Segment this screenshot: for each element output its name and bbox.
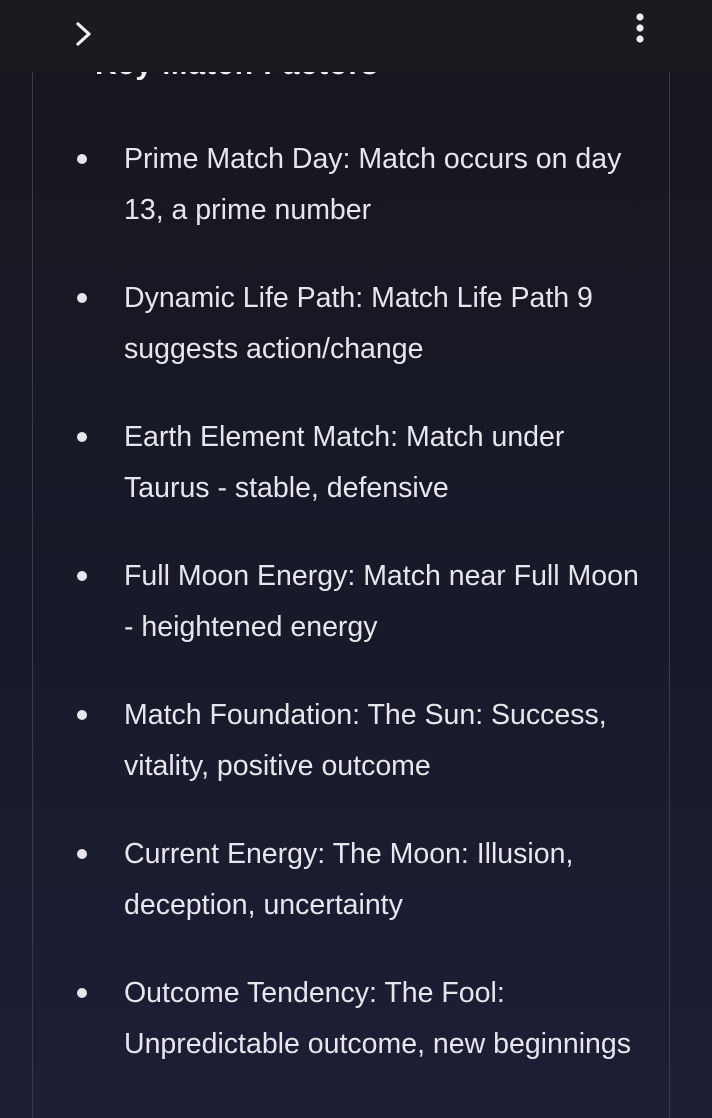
list-item: Current Energy: The Moon: Illusion, dece… bbox=[33, 829, 669, 930]
list-item: Dynamic Life Path: Match Life Path 9 sug… bbox=[33, 273, 669, 374]
more-options-button[interactable] bbox=[618, 6, 662, 50]
content-panel: Key Match Factors Prime Match Day: Match… bbox=[32, 60, 670, 1118]
expand-sidebar-button[interactable] bbox=[62, 14, 106, 54]
list-item-text: Prime Match Day: Match occurs on day 13,… bbox=[124, 143, 622, 226]
bullet-icon bbox=[77, 154, 87, 164]
list-item: Earth Element Match: Match under Taurus … bbox=[33, 412, 669, 513]
list-item: Prime Match Day: Match occurs on day 13,… bbox=[33, 134, 669, 235]
list-item: Match Foundation: The Sun: Success, vita… bbox=[33, 690, 669, 791]
top-toolbar bbox=[0, 0, 712, 72]
list-item-text: Full Moon Energy: Match near Full Moon -… bbox=[124, 560, 639, 643]
list-item-text: Outcome Tendency: The Fool: Unpredictabl… bbox=[124, 977, 631, 1060]
bullet-icon bbox=[77, 293, 87, 303]
more-vertical-icon bbox=[636, 13, 644, 43]
list-item-text: Dynamic Life Path: Match Life Path 9 sug… bbox=[124, 282, 593, 365]
list-item: Full Moon Energy: Match near Full Moon -… bbox=[33, 551, 669, 652]
list-item: Outcome Tendency: The Fool: Unpredictabl… bbox=[33, 968, 669, 1069]
list-item-text: Current Energy: The Moon: Illusion, dece… bbox=[124, 838, 574, 921]
bullet-icon bbox=[77, 988, 87, 998]
facts-list: Prime Match Day: Match occurs on day 13,… bbox=[33, 134, 669, 1107]
list-item-text: Match Foundation: The Sun: Success, vita… bbox=[124, 699, 607, 782]
bullet-icon bbox=[77, 849, 87, 859]
bullet-icon bbox=[77, 432, 87, 442]
list-item-text: Earth Element Match: Match under Taurus … bbox=[124, 421, 565, 504]
bullet-icon bbox=[77, 710, 87, 720]
bullet-icon bbox=[77, 571, 87, 581]
chevron-right-icon bbox=[76, 22, 91, 46]
